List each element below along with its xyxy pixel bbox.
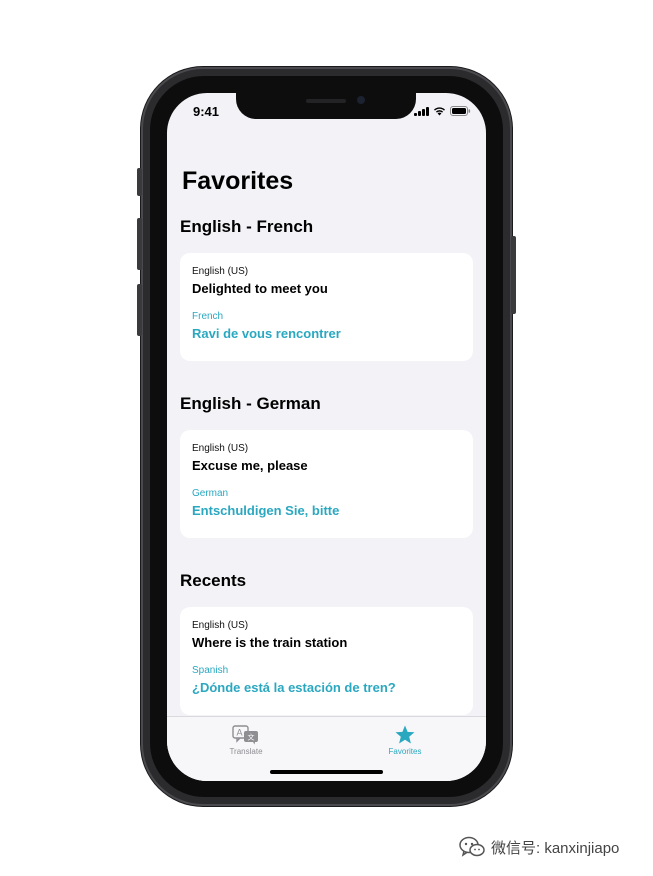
volume-up-button (137, 218, 142, 270)
source-phrase: Where is the train station (192, 635, 348, 650)
tab-favorites[interactable]: Favorites (360, 725, 450, 759)
tab-bar: A 文 Translate Favorites (167, 716, 486, 781)
notch (236, 93, 416, 119)
target-language-label: Spanish (192, 665, 229, 676)
source-language-label: English (US) (192, 266, 249, 277)
source-language-label: English (US) (192, 620, 249, 631)
wifi-icon (433, 106, 446, 116)
target-language-label: German (192, 488, 229, 499)
source-phrase: Delighted to meet you (192, 281, 328, 296)
power-button (511, 236, 516, 314)
translated-phrase: Entschuldigen Sie, bitte (192, 503, 340, 518)
silent-switch (137, 168, 142, 196)
speaker-grille (306, 99, 346, 103)
front-camera (357, 96, 365, 104)
source-phrase: Excuse me, please (192, 458, 308, 473)
watermark-text: 微信号: kanxinjiapo (491, 839, 620, 857)
status-icons (414, 106, 471, 116)
translated-phrase: Ravi de vous rencontrer (192, 326, 341, 341)
wechat-icon (459, 836, 485, 857)
translation-card[interactable]: English (US) Excuse me, please German En… (180, 430, 473, 538)
wechat-watermark: 微信号: kanxinjiapo (459, 836, 619, 858)
cellular-signal-icon (414, 107, 429, 116)
section-header-recents: Recents (180, 571, 247, 590)
source-language-label: English (US) (192, 443, 249, 454)
section-header-english-german: English - German (180, 394, 321, 413)
translation-card[interactable]: English (US) Delighted to meet you Frenc… (180, 253, 473, 361)
svg-text:A: A (237, 728, 243, 738)
page-title: Favorites (182, 167, 294, 195)
home-indicator[interactable] (270, 770, 383, 774)
translate-icon: A 文 (232, 725, 258, 745)
svg-text:文: 文 (248, 733, 255, 742)
translation-card[interactable]: English (US) Where is the train station … (180, 607, 473, 715)
tab-translate[interactable]: A 文 Translate (201, 725, 291, 759)
app-screen: 9:41 Favorites English - French English … (167, 93, 486, 781)
star-icon (395, 725, 415, 744)
battery-icon (450, 106, 471, 116)
translated-phrase: ¿Dónde está la estación de tren? (192, 680, 396, 695)
tab-label: Favorites (388, 747, 422, 756)
target-language-label: French (192, 311, 224, 322)
status-time: 9:41 (193, 104, 220, 119)
volume-down-button (137, 284, 142, 336)
tab-label: Translate (229, 747, 263, 756)
section-header-english-french: English - French (180, 217, 314, 236)
